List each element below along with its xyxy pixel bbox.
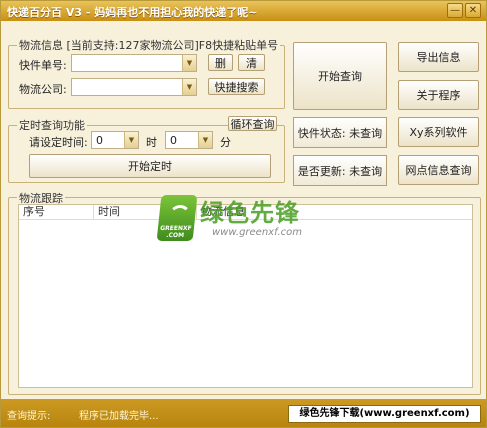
greenxf-logo-icon: GREENXF .COM — [156, 195, 198, 241]
minimize-button[interactable]: — — [447, 3, 463, 18]
watermark-url: www.greenxf.com — [212, 227, 302, 238]
watermark-brand: 绿色先锋 — [200, 199, 300, 227]
app-window: 快递百分百 V3 - 妈妈再也不用担心我的快递了呢~ — ✕ 物流信息 [当前支… — [0, 0, 487, 428]
minute-value: 0 — [170, 134, 177, 147]
watermark: GREENXF .COM 绿色先锋 www.greenxf.com — [154, 193, 364, 251]
package-status: 快件状态: 未查询 — [293, 117, 387, 148]
status-bar: 查询提示: 程序已加载完毕... 绿色先锋下载(www.greenxf.com) — [1, 399, 486, 427]
tracking-number-label: 快件单号: — [19, 59, 67, 72]
hour-select[interactable]: 0 ▼ — [91, 131, 139, 149]
logo-arc-shape — [167, 205, 192, 227]
start-query-button[interactable]: 开始查询 — [293, 42, 387, 110]
minute-select[interactable]: 0 ▼ — [165, 131, 213, 149]
close-button[interactable]: ✕ — [465, 3, 481, 18]
chevron-down-icon[interactable]: ▼ — [182, 55, 196, 71]
timer-group-legend: 定时查询功能 — [17, 117, 87, 133]
chevron-down-icon[interactable]: ▼ — [124, 132, 138, 148]
loop-query-button[interactable]: 循环查询 — [228, 116, 277, 131]
outlet-query-button[interactable]: 网点信息查询 — [398, 155, 479, 185]
title-bar[interactable]: 快递百分百 V3 - 妈妈再也不用担心我的快递了呢~ — ✕ — [1, 1, 486, 21]
hour-value: 0 — [96, 134, 103, 147]
logo-text: GREENXF .COM — [159, 225, 193, 239]
column-header-index[interactable]: 序号 — [19, 205, 94, 219]
chevron-down-icon[interactable]: ▼ — [182, 79, 196, 95]
tracking-group-legend: 物流信息 [当前支持:127家物流公司]F8快捷粘贴单号 — [17, 37, 281, 53]
company-select[interactable]: ▼ — [71, 78, 197, 96]
delete-button[interactable]: 删 — [208, 54, 233, 71]
about-button[interactable]: 关于程序 — [398, 80, 479, 110]
start-timer-button[interactable]: 开始定时 — [29, 154, 271, 178]
hour-unit-label: 时 — [146, 136, 157, 149]
clear-button[interactable]: 清 — [238, 54, 265, 71]
update-status: 是否更新: 未查询 — [293, 155, 387, 186]
company-label: 物流公司: — [19, 83, 67, 96]
quick-search-button[interactable]: 快捷搜索 — [208, 78, 265, 95]
window-title: 快递百分百 V3 - 妈妈再也不用担心我的快递了呢~ — [7, 6, 258, 19]
promo-link[interactable]: 绿色先锋下载(www.greenxf.com) — [288, 405, 481, 423]
minute-unit-label: 分 — [220, 136, 231, 149]
xy-series-button[interactable]: Xy系列软件 — [398, 117, 479, 147]
set-time-label: 请设定时间: — [29, 136, 88, 149]
chevron-down-icon[interactable]: ▼ — [198, 132, 212, 148]
tracking-number-field[interactable]: ▼ — [71, 54, 197, 72]
export-button[interactable]: 导出信息 — [398, 42, 479, 72]
status-message: 程序已加载完毕... — [79, 411, 159, 422]
status-label: 查询提示: — [7, 411, 51, 422]
